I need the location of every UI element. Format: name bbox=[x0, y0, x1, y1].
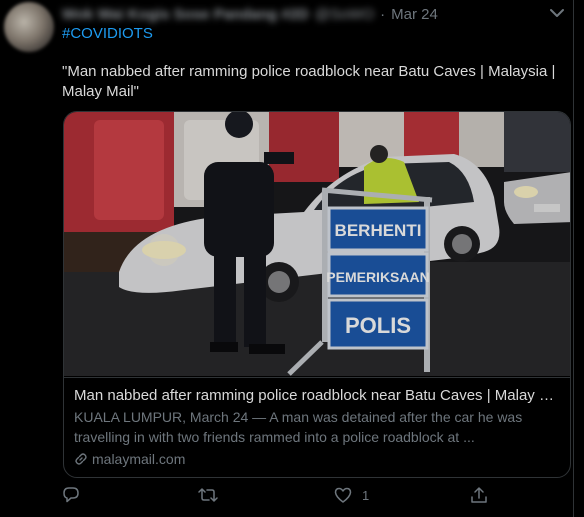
link-icon bbox=[75, 453, 87, 465]
card-domain[interactable]: malaymail.com bbox=[74, 449, 562, 469]
avatar[interactable] bbox=[4, 2, 54, 52]
reply-button[interactable] bbox=[62, 486, 90, 504]
roadblock-photo: BERHENTI PEMERIKSAAN POLIS bbox=[64, 112, 570, 376]
tweet-actions: 1 bbox=[62, 486, 502, 510]
card-title[interactable]: Man nabbed after ramming police roadbloc… bbox=[74, 386, 562, 406]
link-card[interactable]: BERHENTI PEMERIKSAAN POLIS Man nabbed af… bbox=[63, 111, 571, 478]
retweet-icon bbox=[198, 488, 218, 502]
share-icon bbox=[471, 487, 487, 503]
card-info[interactable]: Man nabbed after ramming police roadbloc… bbox=[64, 377, 570, 477]
retweet-button[interactable] bbox=[198, 486, 228, 504]
card-description: KUALA LUMPUR, March 24 — A man was detai… bbox=[74, 409, 523, 445]
hashtag-link[interactable]: #COVIDIOTS bbox=[62, 25, 153, 42]
like-count: 1 bbox=[362, 487, 370, 503]
separator-dot: · bbox=[380, 5, 386, 23]
card-domain-text: malaymail.com bbox=[92, 451, 186, 467]
reply-icon bbox=[63, 487, 79, 503]
share-button[interactable] bbox=[470, 486, 488, 504]
tweet-header: Wok Wai Kogis Sose Pandang #2D @SoWO · M… bbox=[62, 4, 532, 24]
like-button[interactable]: 1 bbox=[334, 486, 369, 504]
tweet[interactable]: Wok Wai Kogis Sose Pandang #2D @SoWO · M… bbox=[0, 0, 584, 517]
author-handle[interactable]: @SoWO bbox=[315, 6, 374, 23]
tweet-text: "Man nabbed after ramming police roadblo… bbox=[62, 63, 556, 100]
timeline-border bbox=[573, 0, 574, 517]
card-image[interactable]: BERHENTI PEMERIKSAAN POLIS bbox=[64, 112, 570, 376]
tweet-date[interactable]: Mar 24 bbox=[391, 6, 438, 23]
chevron-down-icon[interactable] bbox=[548, 6, 566, 20]
like-icon bbox=[334, 487, 352, 503]
author-name[interactable]: Wok Wai Kogis Sose Pandang #2D bbox=[62, 6, 309, 23]
